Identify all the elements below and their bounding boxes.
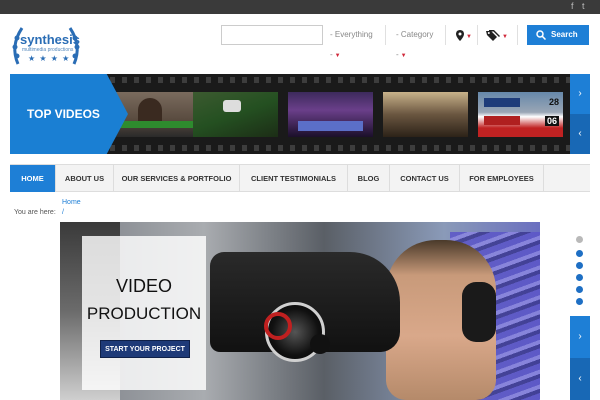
scoreboard-bottom-team xyxy=(484,116,520,125)
nav-client-testimonials[interactable]: CLIENT TESTIMONIALS xyxy=(240,165,348,192)
breadcrumb-home-link[interactable]: Home xyxy=(62,199,81,206)
film-next-button[interactable]: › xyxy=(570,74,590,114)
nav-for-employees[interactable]: FOR EMPLOYEES xyxy=(460,165,544,192)
main-nav: HOME ABOUT US OUR SERVICES & PORTFOLIO C… xyxy=(10,164,590,192)
video-thumbnail[interactable]: 28 06 xyxy=(478,92,563,137)
chevron-left-icon: ‹ xyxy=(578,128,582,139)
logo-name: synthesis xyxy=(20,32,80,47)
thumbnail-stage xyxy=(298,121,363,131)
breadcrumb-separator: / xyxy=(62,209,64,216)
caret-down-icon: ▼ xyxy=(502,34,508,40)
category-dropdown[interactable]: - Category - ▼ xyxy=(390,25,446,59)
headphones-icon xyxy=(462,282,496,342)
scoreboard-top-score: 28 xyxy=(548,97,559,107)
scoreboard-top-team xyxy=(484,98,520,107)
nav-services-portfolio[interactable]: OUR SERVICES & PORTFOLIO xyxy=(114,165,240,192)
search-button[interactable]: Search xyxy=(527,25,589,45)
twitter-icon[interactable]: t xyxy=(582,1,585,11)
nav-about-us[interactable]: ABOUT US xyxy=(56,165,114,192)
search-icon xyxy=(536,30,546,40)
slider-dot[interactable] xyxy=(576,250,583,257)
hero-caption-panel: VIDEO PRODUCTION START YOUR PROJECT xyxy=(82,236,206,390)
start-project-button[interactable]: START YOUR PROJECT xyxy=(100,340,190,358)
breadcrumb-label: You are here: xyxy=(14,209,56,216)
tags-icon xyxy=(486,29,500,41)
map-pin-icon xyxy=(456,29,464,41)
slider-next-button[interactable]: › xyxy=(570,316,590,358)
video-thumbnail[interactable] xyxy=(193,92,278,137)
chevron-right-icon: › xyxy=(578,88,582,99)
slider-prev-button[interactable]: ‹ xyxy=(570,358,590,400)
logo-stars: ★ ★ ★ ★ xyxy=(28,54,71,63)
chevron-right-icon: › xyxy=(578,331,582,342)
film-prev-button[interactable]: ‹ xyxy=(570,114,590,154)
slider-dot[interactable] xyxy=(576,286,583,293)
caret-down-icon: ▼ xyxy=(334,53,341,59)
search-button-label: Search xyxy=(551,30,578,39)
nav-contact-us[interactable]: CONTACT US xyxy=(390,165,460,192)
camera-red-ring xyxy=(264,312,292,340)
video-thumbnail[interactable] xyxy=(383,92,468,137)
tags-dropdown[interactable]: ▼ xyxy=(482,25,518,45)
slider-dot[interactable] xyxy=(576,298,583,305)
caret-down-icon: ▼ xyxy=(400,53,407,59)
facebook-icon[interactable]: f xyxy=(571,1,574,11)
site-logo[interactable]: synthesis multimedia productions ★ ★ ★ ★ xyxy=(8,20,84,72)
top-bar: f t xyxy=(0,0,600,14)
slider-dot[interactable] xyxy=(576,236,583,243)
top-videos-strip: 28 06 TOP VIDEOS xyxy=(10,74,570,154)
slider-dot[interactable] xyxy=(576,274,583,281)
video-thumbnail[interactable] xyxy=(288,92,373,137)
thumbnail-trophy xyxy=(223,100,241,112)
slider-dot[interactable] xyxy=(576,262,583,269)
search-input[interactable] xyxy=(221,25,323,45)
location-dropdown[interactable]: ▼ xyxy=(450,25,478,45)
chevron-left-icon: ‹ xyxy=(578,373,582,384)
nav-blog[interactable]: BLOG xyxy=(348,165,390,192)
caret-down-icon: ▼ xyxy=(466,34,472,40)
hero-title-line2: PRODUCTION xyxy=(86,304,202,323)
microphone-icon xyxy=(310,334,330,354)
hero-title-line1: VIDEO xyxy=(115,276,172,296)
scoreboard-bottom-score: 06 xyxy=(544,116,559,126)
everything-dropdown[interactable]: - Everything - ▼ xyxy=(326,25,386,59)
top-videos-label: TOP VIDEOS xyxy=(27,107,100,121)
logo-tagline: multimedia productions xyxy=(22,47,74,53)
nav-home[interactable]: HOME xyxy=(10,165,56,192)
